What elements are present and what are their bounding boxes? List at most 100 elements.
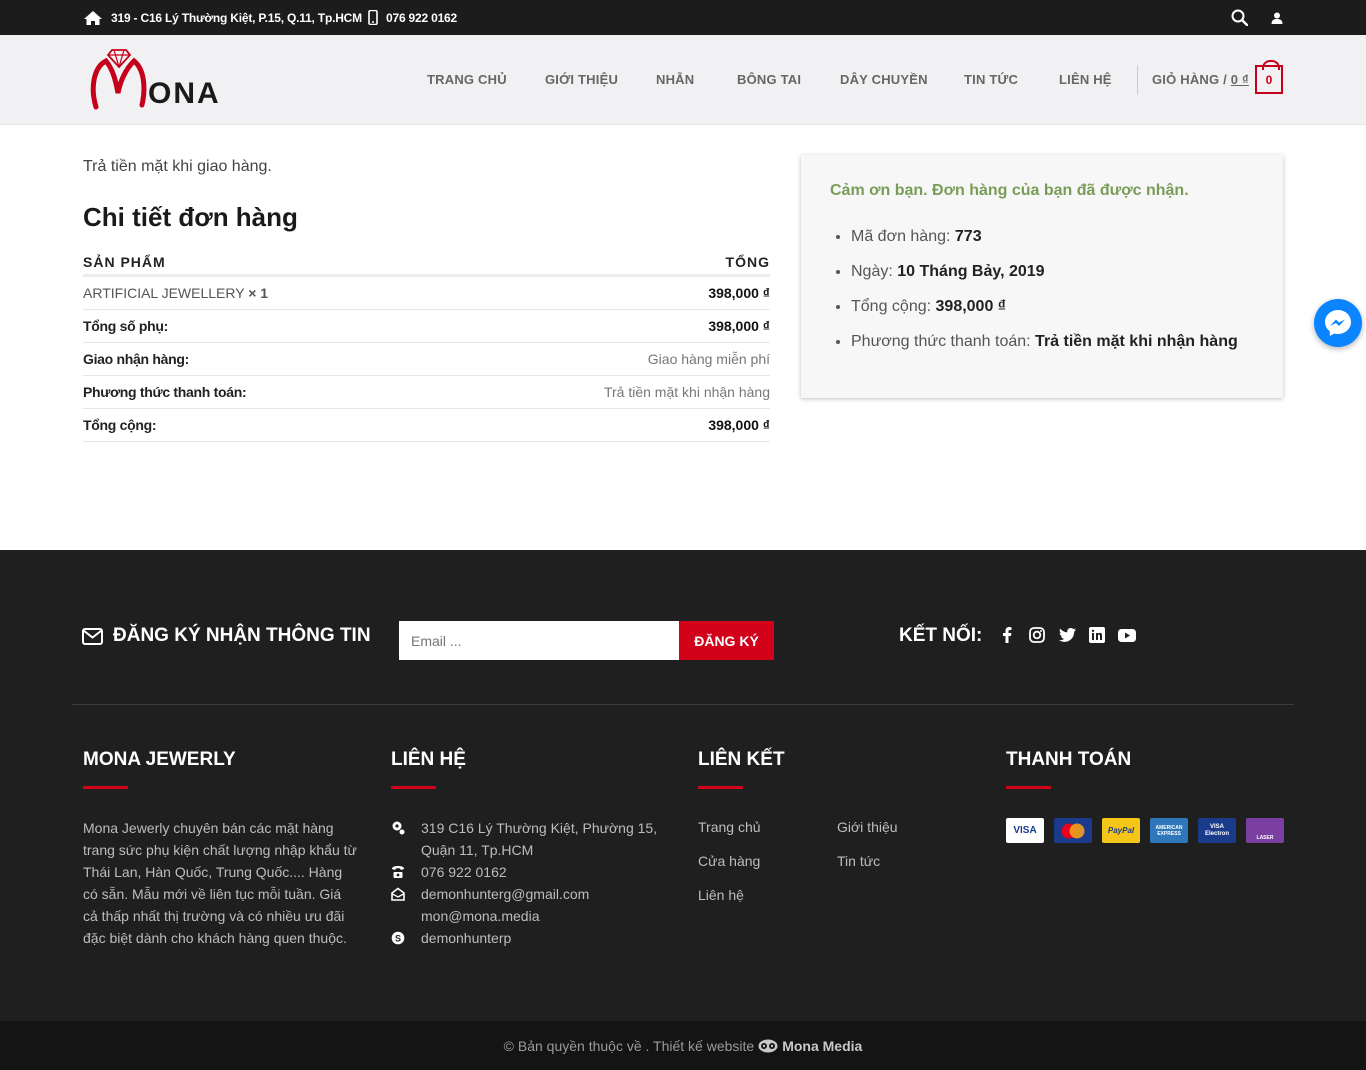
main-header: ONA TRANG CHỦ GIỚI THIỆU NHẪN BÔNG TAI D… — [0, 35, 1366, 125]
list-item: Mã đơn hàng: 773 — [851, 227, 1238, 262]
nav-trang-chu[interactable]: TRANG CHỦ — [427, 72, 507, 87]
amex-icon: AMERICAN EXPRESS — [1150, 818, 1188, 843]
map-marker-icon — [392, 821, 405, 835]
nav-tin-tuc[interactable]: TIN TỨC — [964, 72, 1018, 87]
order-payment-value: Trả tiền mặt khi nhận hàng — [1035, 333, 1238, 350]
order-overview-list: Mã đơn hàng: 773 Ngày: 10 Tháng Bảy, 201… — [851, 227, 1238, 367]
subtotal-label: Tổng số phụ: — [83, 318, 169, 334]
contact-phone[interactable]: 076 922 0162 — [391, 861, 666, 883]
table-row: ARTIFICIAL JEWELLERY × 1 398,000 ₫ — [83, 277, 770, 310]
paypal-icon: PayPal — [1102, 818, 1140, 843]
footer-payment-title: THANH TOÁN — [1006, 749, 1132, 789]
shipping-value: Giao hàng miễn phí — [647, 351, 770, 367]
nav-day-chuyen[interactable]: DÂY CHUYỀN — [840, 72, 928, 87]
social-links — [998, 626, 1136, 644]
footer-about-text: Mona Jewerly chuyên bán các mặt hàng tra… — [83, 820, 357, 946]
nav-gioi-thieu[interactable]: GIỚI THIỆU — [545, 72, 618, 87]
top-bar: 319 - C16 Lý Thường Kiệt, P.15, Q.11, Tp… — [0, 0, 1366, 35]
phone-icon — [392, 866, 404, 878]
order-number-label: Mã đơn hàng: — [851, 228, 951, 245]
mastercard-icon — [1054, 818, 1092, 843]
youtube-icon[interactable] — [1118, 626, 1136, 644]
col-total-header: TỔNG — [725, 253, 770, 270]
cart-link[interactable]: GIỎ HÀNG / 0 ₫ — [1152, 72, 1249, 87]
order-number-value: 773 — [954, 228, 982, 245]
product-cell: ARTIFICIAL JEWELLERY × 1 — [83, 285, 268, 301]
product-qty: × 1 — [248, 285, 269, 301]
visa-electron-icon: VISA Electron — [1198, 818, 1236, 843]
topbar-address-text: 319 - C16 Lý Thường Kiệt, P.15, Q.11, Tp… — [111, 10, 362, 25]
footer-contact-title: LIÊN HỆ — [391, 749, 466, 789]
footer-link-tin-tuc[interactable]: Tin tức — [837, 853, 880, 869]
nav-bong-tai[interactable]: BÔNG TAI — [737, 72, 801, 87]
laser-icon: LASER — [1246, 818, 1284, 843]
footer-link-cua-hang[interactable]: Cửa hàng — [698, 853, 760, 869]
copyright-bar: © Bản quyền thuộc về . Thiết kế website … — [0, 1021, 1366, 1070]
logo[interactable]: ONA — [90, 47, 230, 113]
twitter-icon[interactable] — [1058, 626, 1076, 644]
nav-divider — [1137, 65, 1138, 95]
copyright-text: © Bản quyền thuộc về . Thiết kế website — [503, 1037, 755, 1054]
order-total-label: Tổng cộng: — [851, 298, 932, 315]
order-details-table: SẢN PHẨM TỔNG ARTIFICIAL JEWELLERY × 1 3… — [83, 249, 770, 442]
envelope-open-icon — [391, 887, 405, 901]
topbar-phone-text: 076 922 0162 — [386, 10, 458, 25]
col-product-header: SẢN PHẨM — [83, 253, 166, 270]
table-row: Tổng số phụ: 398,000 ₫ — [83, 310, 770, 343]
newsletter-title: ĐĂNG KÝ NHẬN THÔNG TIN — [82, 625, 371, 647]
contact-email-2: mon@mona.media — [421, 908, 540, 924]
contact-address-text: 319 C16 Lý Thường Kiệt, Phường 15, Quận … — [421, 820, 658, 858]
footer-link-trang-chu[interactable]: Trang chủ — [698, 819, 761, 835]
footer-links-title: LIÊN KẾT — [698, 749, 785, 789]
mobile-phone-icon — [368, 10, 378, 25]
messenger-icon — [1325, 310, 1351, 336]
nav-nhan[interactable]: NHẪN — [656, 72, 694, 87]
contact-email[interactable]: demonhunterg@gmail.com mon@mona.media — [391, 883, 666, 927]
subscribe-button[interactable]: ĐĂNG KÝ — [679, 621, 774, 660]
footer-link-lien-he[interactable]: Liên hệ — [698, 887, 744, 903]
connect-label: KẾT NỐI: — [899, 625, 983, 646]
logo-text: ONA — [148, 77, 221, 110]
order-date-label: Ngày: — [851, 263, 893, 280]
order-payment-label: Phương thức thanh toán: — [851, 333, 1031, 350]
footer-divider — [72, 704, 1294, 705]
topbar-address: 319 - C16 Lý Thường Kiệt, P.15, Q.11, Tp… — [83, 0, 362, 35]
nav-lien-he[interactable]: LIÊN HỆ — [1059, 72, 1112, 87]
order-total-value: 398,000 ₫ — [935, 298, 1007, 315]
list-item: Ngày: 10 Tháng Bảy, 2019 — [851, 262, 1238, 297]
payment-note: Trả tiền mặt khi giao hàng. — [83, 158, 272, 175]
copyright-brand-link[interactable]: Mona Media — [782, 1038, 862, 1054]
footer-link-gioi-thieu[interactable]: Giới thiệu — [837, 819, 898, 835]
table-row: Tổng cộng: 398,000 ₫ — [83, 409, 770, 442]
order-details-title: Chi tiết đơn hàng — [83, 202, 298, 232]
payment-method-value: Trả tiền mặt khi nhận hàng — [603, 384, 770, 400]
newsletter-email-input[interactable] — [399, 621, 679, 660]
payment-method-label: Phương thức thanh toán: — [83, 384, 247, 400]
facebook-icon[interactable] — [998, 626, 1016, 644]
svg-text:S: S — [395, 934, 401, 944]
contact-email-1: demonhunterg@gmail.com — [421, 886, 590, 902]
grand-total-label: Tổng cộng: — [83, 417, 157, 433]
instagram-icon[interactable] — [1028, 626, 1046, 644]
table-row: Phương thức thanh toán: Trả tiền mặt khi… — [83, 376, 770, 409]
order-received-message: Cảm ơn bạn. Đơn hàng của bạn đã được nhậ… — [830, 182, 1189, 199]
search-icon[interactable] — [1231, 0, 1248, 35]
topbar-phone[interactable]: 076 922 0162 — [368, 0, 457, 35]
order-table-header: SẢN PHẨM TỔNG — [83, 249, 770, 277]
contact-skype[interactable]: S demonhunterp — [391, 927, 666, 949]
linkedin-icon[interactable] — [1088, 626, 1106, 644]
contact-phone-text: 076 922 0162 — [421, 864, 507, 880]
footer-about-title: MONA JEWERLY — [83, 749, 236, 789]
cart-count-badge[interactable]: 0 — [1255, 60, 1283, 94]
account-icon[interactable] — [1271, 0, 1283, 35]
list-item: Phương thức thanh toán: Trả tiền mặt khi… — [851, 332, 1238, 367]
cart-amount: 0 ₫ — [1230, 72, 1249, 87]
envelope-icon — [82, 627, 103, 645]
payment-methods: VISA PayPal AMERICAN EXPRESS VISA Electr… — [1006, 818, 1284, 843]
cart-label: GIỎ HÀNG / — [1152, 72, 1227, 87]
site-footer: ĐĂNG KÝ NHẬN THÔNG TIN ĐĂNG KÝ KẾT NỐI: … — [0, 550, 1366, 1021]
messenger-chat-button[interactable] — [1314, 299, 1362, 347]
order-date-value: 10 Tháng Bảy, 2019 — [897, 263, 1045, 280]
product-link[interactable]: ARTIFICIAL JEWELLERY — [83, 285, 244, 301]
subtotal-value: 398,000 ₫ — [708, 318, 770, 334]
